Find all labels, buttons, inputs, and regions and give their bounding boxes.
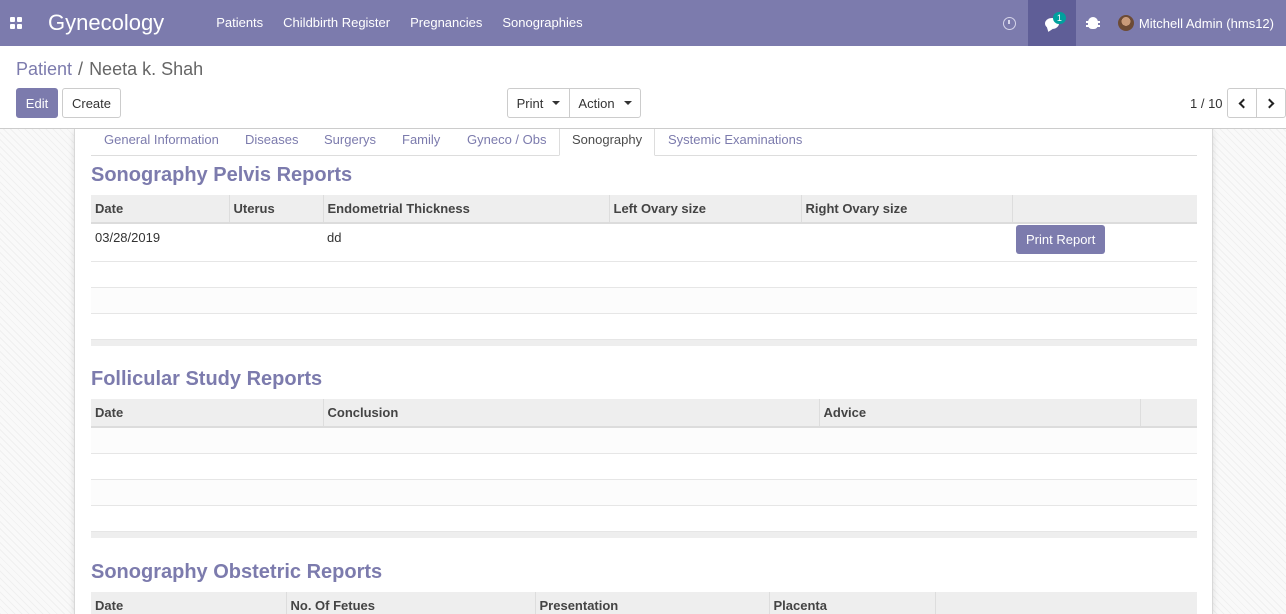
notebook-tabs: General Information Diseases Surgerys Fa… <box>91 129 1197 156</box>
messaging-button[interactable]: 1 <box>1027 0 1076 46</box>
obstetric-reports-table: Date No. Of Fetues Presentation Placenta <box>91 592 1197 614</box>
menu-item-pregnancies[interactable]: Pregnancies <box>400 0 492 46</box>
tab-systemic-examinations[interactable]: Systemic Examinations <box>668 129 802 156</box>
empty-row <box>91 505 1197 532</box>
column-header[interactable]: Presentation <box>535 592 770 614</box>
top-navbar: Gynecology Patients Childbirth Register … <box>0 0 1286 46</box>
clock-icon <box>1002 16 1016 30</box>
pager-next-button[interactable] <box>1256 88 1286 118</box>
chevron-left-icon <box>1238 98 1249 108</box>
tab-diseases[interactable]: Diseases <box>245 129 298 156</box>
cell-right-ovary-size <box>801 223 1012 262</box>
cell-uterus <box>229 223 323 262</box>
form-sheet: General Information Diseases Surgerys Fa… <box>74 129 1213 614</box>
column-header[interactable]: Placenta <box>769 592 936 614</box>
cell-left-ovary-size <box>609 223 801 262</box>
column-header[interactable]: Conclusion <box>323 399 820 428</box>
cell-date: 03/28/2019 <box>91 223 229 262</box>
column-header[interactable]: Advice <box>819 399 1141 428</box>
main-menu: Patients Childbirth Register Pregnancies… <box>206 0 592 46</box>
column-header[interactable]: Date <box>91 399 324 428</box>
systray: 1 Mitchell Admin (hms12) <box>991 0 1286 46</box>
empty-row <box>91 453 1197 480</box>
column-header[interactable]: Endometrial Thickness <box>323 195 610 224</box>
follicular-section-title: Follicular Study Reports <box>91 368 323 390</box>
avatar <box>1117 15 1134 31</box>
column-header[interactable]: Date <box>91 592 287 614</box>
tab-surgerys[interactable]: Surgerys <box>324 129 376 156</box>
breadcrumb-patient-link[interactable]: Patient <box>16 59 72 79</box>
empty-row <box>91 287 1197 314</box>
create-button[interactable]: Create <box>62 88 121 118</box>
control-panel: Patient / Neeta k. Shah Edit Create Print … <box>0 46 1286 129</box>
pelvis-reports-table: Date Uterus Endometrial Thickness Left O… <box>91 195 1197 346</box>
menu-item-sonographies[interactable]: Sonographies <box>492 0 592 46</box>
edit-button-label: Edit <box>25 95 49 111</box>
form-view-background: General Information Diseases Surgerys Fa… <box>0 129 1286 614</box>
user-name: Mitchell Admin (hms12) <box>1138 15 1274 31</box>
tab-family[interactable]: Family <box>402 129 440 156</box>
create-button-label: Create <box>71 95 112 111</box>
menu-item-patients[interactable]: Patients <box>206 0 273 46</box>
edit-button[interactable]: Edit <box>16 88 58 118</box>
print-dropdown-label: Print <box>516 95 544 111</box>
column-header[interactable]: No. Of Fetues <box>286 592 536 614</box>
app-title: Gynecology <box>48 10 165 35</box>
obstetric-section-title: Sonography Obstetric Reports <box>91 561 383 583</box>
caret-down-icon <box>623 101 632 105</box>
column-header[interactable]: Left Ovary size <box>609 195 802 224</box>
tab-gyneco-obs[interactable]: Gyneco / Obs <box>467 129 546 156</box>
action-dropdown[interactable]: Action <box>569 88 641 118</box>
follicular-reports-table: Date Conclusion Advice <box>91 399 1197 538</box>
cell-action: Print Report <box>1012 223 1197 262</box>
column-header <box>1012 195 1197 224</box>
bug-icon <box>1085 17 1100 29</box>
column-header <box>1140 399 1197 428</box>
pelvis-section-title: Sonography Pelvis Reports <box>91 164 353 186</box>
message-count-badge: 1 <box>1052 12 1066 24</box>
breadcrumb: Patient / Neeta k. Shah <box>16 59 203 80</box>
table-footer <box>91 339 1197 346</box>
user-menu[interactable]: Mitchell Admin (hms12) <box>1110 15 1286 31</box>
pager-value[interactable]: 1 / 10 <box>1190 96 1223 111</box>
apps-menu-icon[interactable] <box>0 0 32 46</box>
tab-sonography[interactable]: Sonography <box>559 129 656 156</box>
breadcrumb-current: Neeta k. Shah <box>89 59 204 79</box>
caret-down-icon <box>552 101 561 105</box>
action-dropdown-label: Action <box>578 95 615 111</box>
print-report-button[interactable]: Print Report <box>1016 225 1106 254</box>
cell-endometrial-thickness: dd <box>323 223 609 262</box>
print-dropdown[interactable]: Print <box>507 88 570 118</box>
breadcrumb-separator: / <box>78 59 84 79</box>
chevron-right-icon <box>1264 98 1275 108</box>
empty-row <box>91 313 1197 340</box>
empty-row <box>91 261 1197 288</box>
column-header[interactable]: Uterus <box>229 195 324 224</box>
debug-button[interactable] <box>1076 0 1110 46</box>
table-row[interactable]: 03/28/2019 dd Print Report <box>91 223 1197 262</box>
table-footer <box>91 531 1197 538</box>
column-header[interactable]: Right Ovary size <box>801 195 1013 224</box>
pager-previous-button[interactable] <box>1227 88 1257 118</box>
column-header <box>935 592 1197 614</box>
empty-row <box>91 427 1197 454</box>
empty-row <box>91 479 1197 506</box>
column-header[interactable]: Date <box>91 195 230 224</box>
activity-button[interactable] <box>991 0 1028 46</box>
tab-general-information[interactable]: General Information <box>104 129 219 156</box>
menu-item-childbirth-register[interactable]: Childbirth Register <box>273 0 400 46</box>
